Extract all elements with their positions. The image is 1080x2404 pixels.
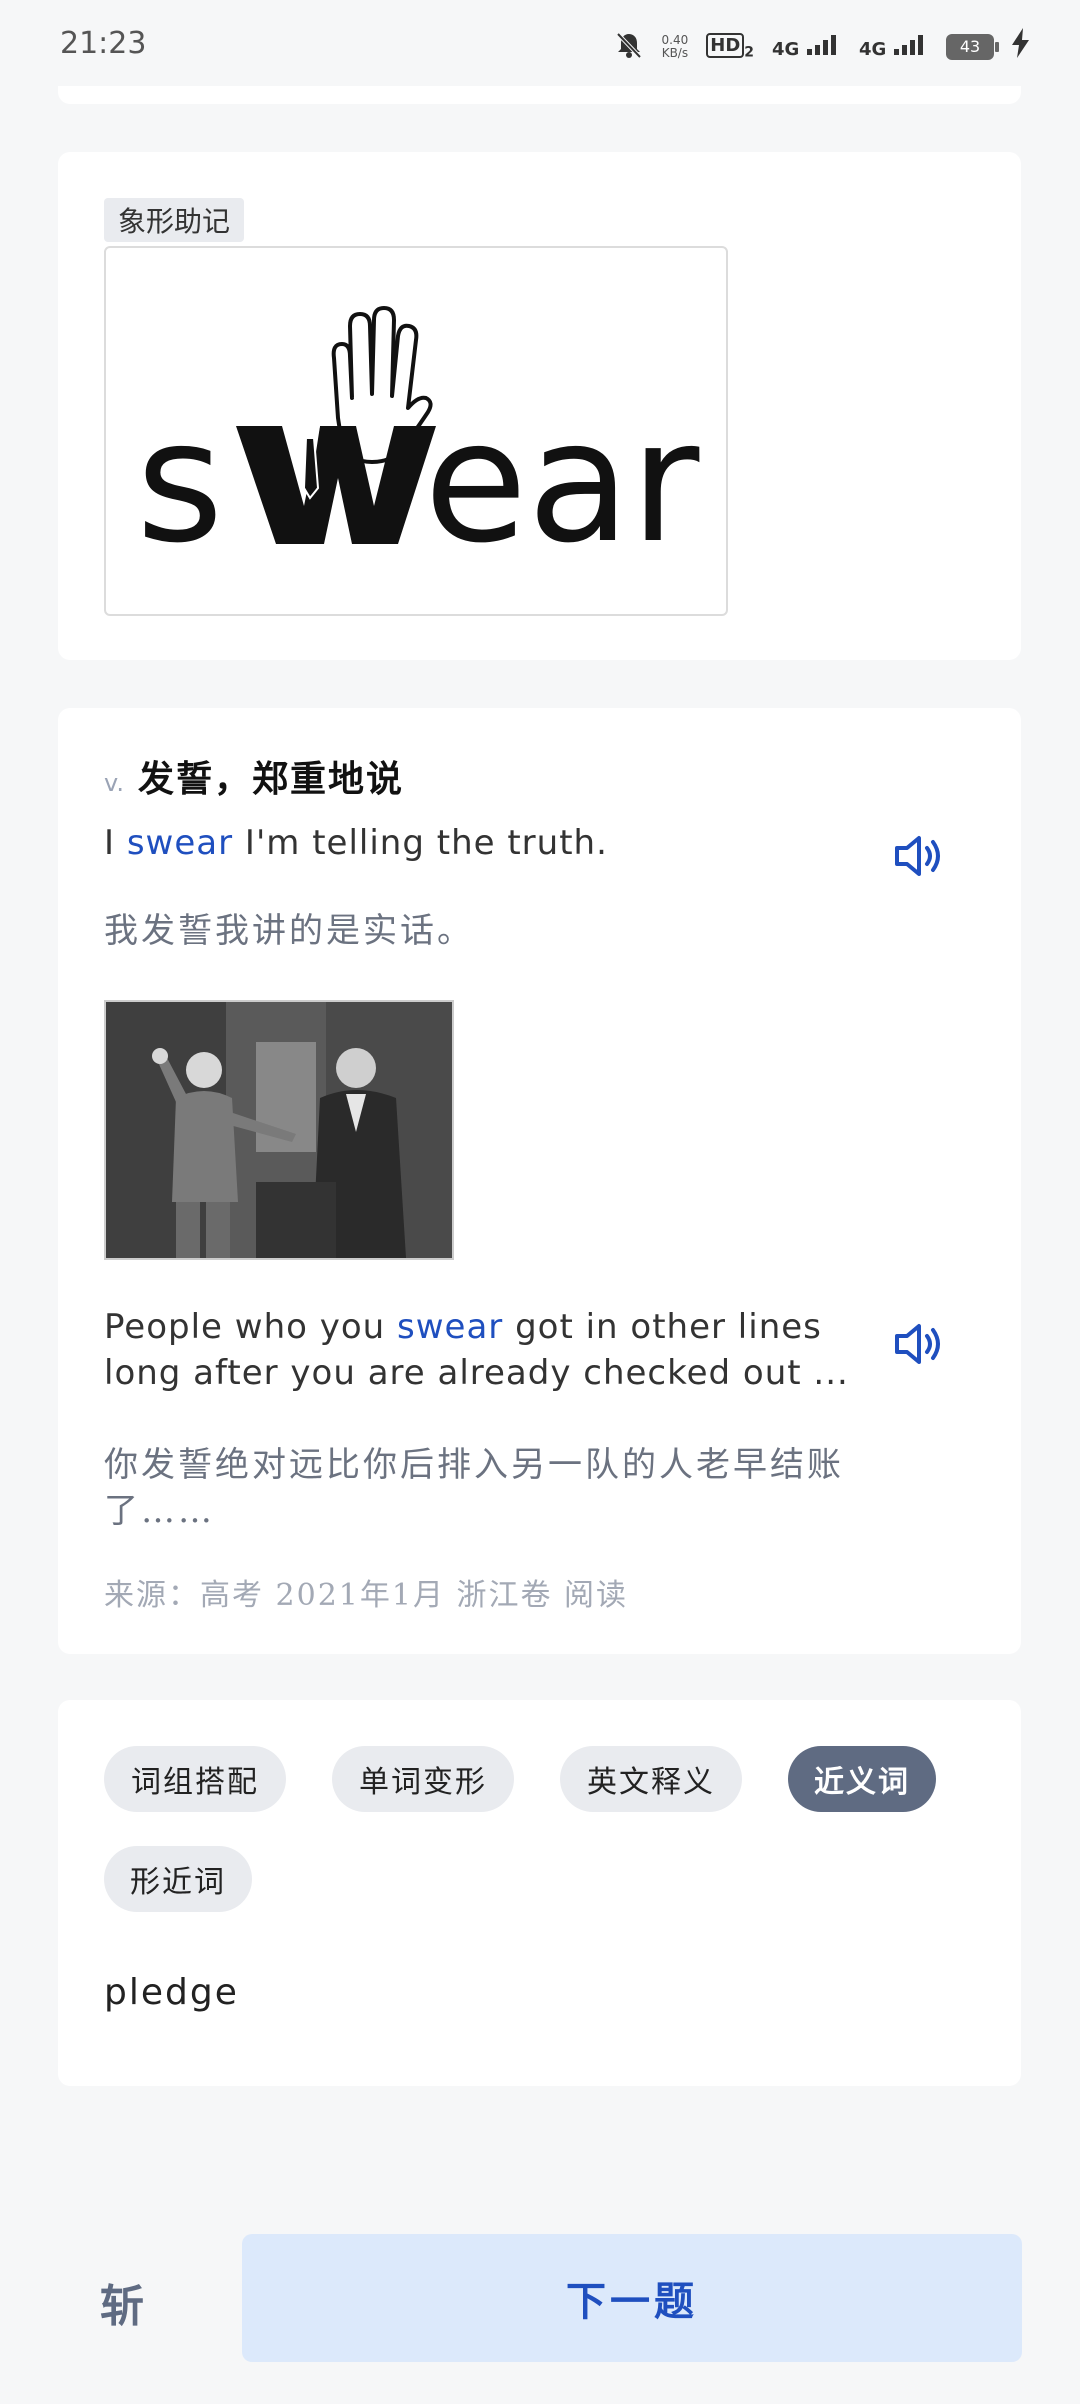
previous-card-edge xyxy=(58,86,1021,104)
example-sentence-1: I swear I'm telling the truth. xyxy=(104,823,608,863)
highlight-word: swear xyxy=(397,1307,504,1347)
definition-card: v. 发誓，郑重地说 I swear I'm telling the truth… xyxy=(58,708,1021,1654)
net-speed: 0.40 KB/s xyxy=(661,32,689,60)
hd-indicator: HD 2 xyxy=(706,32,754,61)
tab-similar-words[interactable]: 形近词 xyxy=(104,1846,252,1912)
status-time: 21:23 xyxy=(60,26,147,61)
part-of-speech: v. xyxy=(104,769,124,797)
translation-2: 你发誓绝对远比你后排入另一队的人老早结账了…… xyxy=(104,1445,844,1531)
status-icons: 0.40 KB/s HD 2 4G 4G 43 xyxy=(614,28,1030,65)
example-photo xyxy=(104,1000,454,1260)
status-bar: 21:23 0.40 KB/s HD 2 4G 4G 43 xyxy=(0,0,1080,96)
speaker-icon[interactable] xyxy=(889,1316,945,1372)
mnemonic-card: 象形助记 s ear xyxy=(58,152,1021,660)
signal-icon xyxy=(807,34,837,55)
mnemonic-tag: 象形助记 xyxy=(104,198,245,242)
mute-bell-icon xyxy=(614,30,644,64)
tab-word-forms[interactable]: 单词变形 xyxy=(332,1746,514,1812)
tab-english-definition[interactable]: 英文释义 xyxy=(560,1746,742,1812)
network-4g-2: 4G xyxy=(859,33,928,61)
speaker-icon[interactable] xyxy=(889,828,945,884)
next-question-button[interactable]: 下一题 xyxy=(242,2234,1022,2362)
network-4g-1: 4G xyxy=(772,33,841,61)
meaning-text: 发誓，郑重地说 xyxy=(137,758,404,800)
chop-button[interactable]: 斩 xyxy=(100,2270,144,2334)
signal-icon xyxy=(894,34,923,55)
charging-bolt-icon xyxy=(1012,28,1030,65)
highlight-word: swear xyxy=(126,823,234,863)
tab-synonyms[interactable]: 近义词 xyxy=(788,1746,936,1812)
source-text: 来源：高考 2021年1月 浙江卷 阅读 xyxy=(104,1578,629,1613)
tab-phrase-collocation[interactable]: 词组搭配 xyxy=(104,1746,286,1812)
related-tabs-card: 词组搭配 单词变形 英文释义 近义词 形近词 xyxy=(58,1700,1021,1950)
synonyms-panel: pledge xyxy=(58,1950,1021,2086)
translation-1: 我发誓我讲的是实话。 xyxy=(104,911,474,951)
svg-text:s: s xyxy=(136,384,224,580)
synonym-word[interactable]: pledge xyxy=(104,1972,239,2013)
mnemonic-image: s ear xyxy=(104,246,728,616)
definition-line: v. 发誓，郑重地说 xyxy=(104,750,404,802)
battery-indicator: 43 xyxy=(946,33,999,60)
svg-text:ear: ear xyxy=(424,384,700,580)
example-sentence-2: People who you swear got in other lines … xyxy=(104,1307,849,1393)
